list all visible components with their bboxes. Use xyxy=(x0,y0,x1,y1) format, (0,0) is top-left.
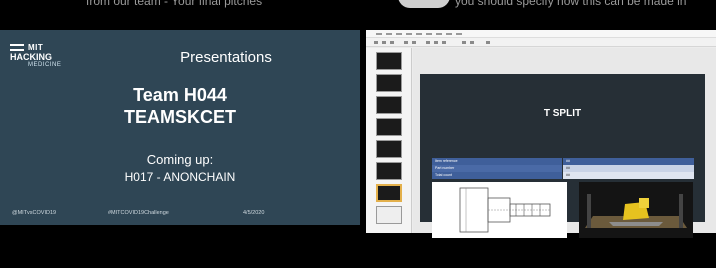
toolbar-icon[interactable] xyxy=(390,41,394,44)
toolbar-icon[interactable] xyxy=(470,41,474,44)
menu-item[interactable] xyxy=(406,33,412,35)
slide-thumbnail[interactable] xyxy=(376,118,402,136)
slide-canvas[interactable]: T SPLIT Item reference ## Part number ##… xyxy=(413,48,716,238)
caption-strip: from our team - Your final pitches you s… xyxy=(0,0,716,26)
slide-thumbnail-selected[interactable] xyxy=(376,184,402,202)
slide-thumbnail[interactable] xyxy=(376,96,402,114)
caption-overlay-shape xyxy=(398,0,450,8)
spec-table: Item reference ## Part number ## Total c… xyxy=(432,158,694,179)
team-id: Team H044 xyxy=(133,85,227,105)
slide-footer: @MITvsCOVID19 #MITCOVID19Challenge 4/5/2… xyxy=(0,210,360,222)
menu-item[interactable] xyxy=(456,33,462,35)
editor-slide-title: T SPLIT xyxy=(543,108,582,119)
table-cell-label: Item reference xyxy=(432,158,562,165)
slide-thumbnail[interactable] xyxy=(376,52,402,70)
table-cell-value: ## xyxy=(563,158,694,165)
logo-line-3: MEDICINE xyxy=(28,62,62,68)
table-cell-label: Total count xyxy=(432,172,562,179)
technical-drawing-image xyxy=(432,182,567,238)
toolbar-icon[interactable] xyxy=(486,41,490,44)
table-cell-label: Part number xyxy=(432,165,562,172)
toolbar-icon[interactable] xyxy=(442,41,446,44)
editor-slide[interactable]: T SPLIT Item reference ## Part number ##… xyxy=(420,74,705,238)
toolbar-icon[interactable] xyxy=(426,41,430,44)
team-name: TEAMSKCET xyxy=(124,107,236,127)
menu-bar[interactable] xyxy=(366,30,716,38)
slide-thumbnail[interactable] xyxy=(376,140,402,158)
logo-line-1: MIT xyxy=(28,43,44,52)
menu-item[interactable] xyxy=(426,33,432,35)
menu-item[interactable] xyxy=(446,33,452,35)
menu-item[interactable] xyxy=(416,33,422,35)
3d-render-image xyxy=(579,182,693,238)
toolbar-icon[interactable] xyxy=(382,41,386,44)
slide-thumbnail[interactable] xyxy=(376,206,402,224)
slide-title: Presentations xyxy=(180,49,272,66)
menu-item[interactable] xyxy=(386,33,392,35)
toolbar-icon[interactable] xyxy=(412,41,416,44)
coming-up-label: Coming up: xyxy=(146,152,214,167)
table-row: Item reference ## xyxy=(432,158,694,165)
table-row: Total count ## xyxy=(432,172,694,179)
menu-item[interactable] xyxy=(396,33,402,35)
caption-text-left: from our team - Your final pitches xyxy=(86,0,263,8)
slide-thumbnail[interactable] xyxy=(376,162,402,180)
toolbar-icon[interactable] xyxy=(374,41,378,44)
footer-date: 4/5/2020 xyxy=(243,210,265,216)
logo-line-2: HACKING xyxy=(10,52,52,62)
presentations-slide: MIT HACKING MEDICINE Presentations Team … xyxy=(0,30,360,225)
logo-bars-icon xyxy=(10,44,24,51)
slide-thumbnail-panel[interactable] xyxy=(366,48,412,233)
presentation-editor-window[interactable]: T SPLIT Item reference ## Part number ##… xyxy=(366,30,716,238)
caption-text-right: you should specify how this can be made … xyxy=(455,0,687,8)
table-cell-value: ## xyxy=(563,165,694,172)
footer-hashtag: #MITCOVID19Challenge xyxy=(108,210,169,216)
toolbar-icon[interactable] xyxy=(434,41,438,44)
toolbar-icon[interactable] xyxy=(462,41,466,44)
menu-item[interactable] xyxy=(376,33,382,35)
toolbar-icon[interactable] xyxy=(404,41,408,44)
mit-hacking-medicine-logo: MIT HACKING MEDICINE xyxy=(10,43,80,68)
slide-thumbnail[interactable] xyxy=(376,74,402,92)
coming-up-team: H017 - ANONCHAIN xyxy=(124,170,236,184)
menu-item[interactable] xyxy=(436,33,442,35)
table-row: Part number ## xyxy=(432,165,694,172)
toolbar[interactable] xyxy=(366,38,716,47)
table-cell-value: ## xyxy=(563,172,694,179)
footer-handle: @MITvsCOVID19 xyxy=(12,210,57,216)
